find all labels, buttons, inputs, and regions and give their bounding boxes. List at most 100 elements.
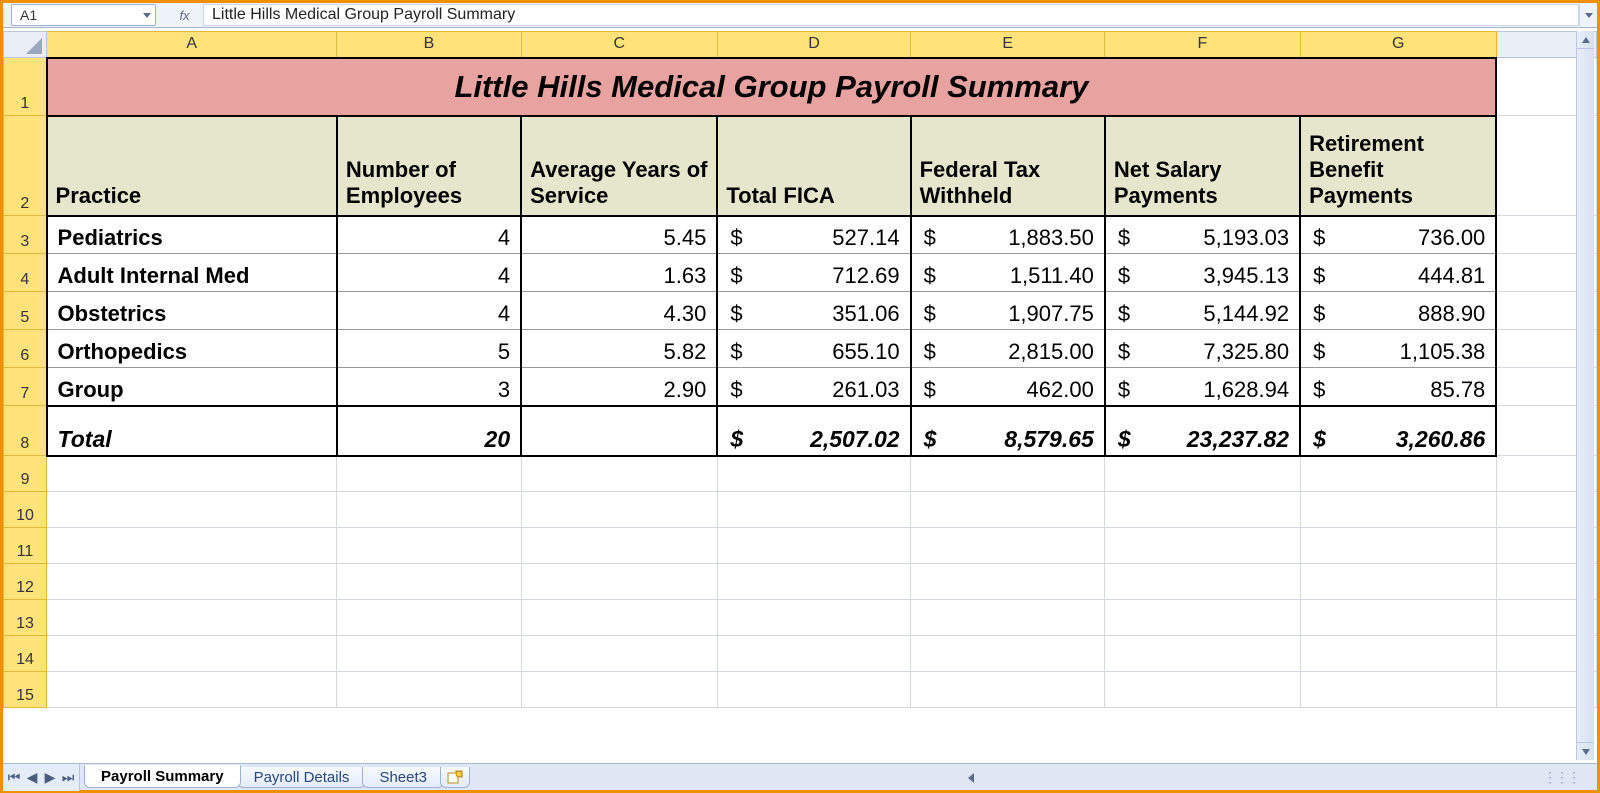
cell-practice[interactable]: Orthopedics bbox=[47, 330, 337, 368]
cell-ret[interactable]: $85.78 bbox=[1300, 368, 1496, 406]
empty-cell[interactable] bbox=[717, 600, 910, 636]
empty-cell[interactable] bbox=[47, 528, 337, 564]
empty-cell[interactable] bbox=[911, 492, 1105, 528]
cell-num-employees[interactable]: 5 bbox=[337, 330, 521, 368]
empty-cell[interactable] bbox=[1105, 456, 1300, 492]
cell-num-employees[interactable]: 3 bbox=[337, 368, 521, 406]
row-header[interactable]: 10 bbox=[4, 492, 47, 528]
empty-cell[interactable] bbox=[717, 636, 910, 672]
vertical-scrollbar[interactable] bbox=[1576, 31, 1594, 760]
empty-cell[interactable] bbox=[1300, 456, 1496, 492]
empty-cell[interactable] bbox=[47, 636, 337, 672]
empty-cell[interactable] bbox=[47, 600, 337, 636]
row-header[interactable]: 2 bbox=[4, 116, 47, 216]
total-avg[interactable] bbox=[521, 406, 717, 456]
cell-practice[interactable]: Adult Internal Med bbox=[47, 254, 337, 292]
cell-avg-years[interactable]: 2.90 bbox=[521, 368, 717, 406]
empty-cell[interactable] bbox=[1300, 564, 1496, 600]
empty-cell[interactable] bbox=[911, 672, 1105, 708]
total-fica[interactable]: $2,507.02 bbox=[717, 406, 910, 456]
horizontal-scroll-area[interactable] bbox=[466, 764, 1477, 791]
empty-cell[interactable] bbox=[47, 456, 337, 492]
cell-fica[interactable]: $712.69 bbox=[717, 254, 910, 292]
cell-avg-years[interactable]: 5.45 bbox=[521, 216, 717, 254]
sheet-tab[interactable]: Payroll Summary bbox=[84, 765, 241, 788]
header-avg-years[interactable]: Average Years of Service bbox=[521, 116, 717, 216]
cell-net[interactable]: $1,628.94 bbox=[1105, 368, 1300, 406]
empty-cell[interactable] bbox=[521, 564, 717, 600]
cell-num-employees[interactable]: 4 bbox=[337, 292, 521, 330]
empty-cell[interactable] bbox=[47, 492, 337, 528]
row-header[interactable]: 5 bbox=[4, 292, 47, 330]
cell-fica[interactable]: $655.10 bbox=[717, 330, 910, 368]
title-cell[interactable]: Little Hills Medical Group Payroll Summa… bbox=[47, 58, 1497, 116]
total-ret[interactable]: $3,260.86 bbox=[1300, 406, 1496, 456]
total-label[interactable]: Total bbox=[47, 406, 337, 456]
empty-cell[interactable] bbox=[337, 564, 521, 600]
empty-cell[interactable] bbox=[1105, 636, 1300, 672]
formula-expand-button[interactable] bbox=[1579, 4, 1597, 26]
row-header[interactable]: 15 bbox=[4, 672, 47, 708]
row-header[interactable]: 9 bbox=[4, 456, 47, 492]
scroll-up-button[interactable] bbox=[1577, 31, 1594, 49]
empty-cell[interactable] bbox=[521, 600, 717, 636]
cell-ret[interactable]: $444.81 bbox=[1300, 254, 1496, 292]
cell-fed[interactable]: $462.00 bbox=[911, 368, 1105, 406]
cell-fica[interactable]: $351.06 bbox=[717, 292, 910, 330]
new-sheet-button[interactable] bbox=[440, 767, 470, 788]
tab-prev-button[interactable]: ◀ bbox=[23, 769, 41, 787]
cell-avg-years[interactable]: 4.30 bbox=[521, 292, 717, 330]
empty-cell[interactable] bbox=[1105, 528, 1300, 564]
header-net-salary[interactable]: Net Salary Payments bbox=[1105, 116, 1300, 216]
formula-input[interactable]: Little Hills Medical Group Payroll Summa… bbox=[204, 4, 1579, 26]
cell-fed[interactable]: $1,511.40 bbox=[911, 254, 1105, 292]
empty-cell[interactable] bbox=[1105, 672, 1300, 708]
empty-cell[interactable] bbox=[1300, 672, 1496, 708]
row-header[interactable]: 8 bbox=[4, 406, 47, 456]
header-retirement[interactable]: Retirement Benefit Payments bbox=[1300, 116, 1496, 216]
header-total-fica[interactable]: Total FICA bbox=[717, 116, 910, 216]
empty-cell[interactable] bbox=[717, 672, 910, 708]
select-all-corner[interactable] bbox=[4, 32, 47, 58]
header-practice[interactable]: Practice bbox=[47, 116, 337, 216]
row-header[interactable]: 14 bbox=[4, 636, 47, 672]
empty-cell[interactable] bbox=[717, 492, 910, 528]
empty-cell[interactable] bbox=[521, 492, 717, 528]
header-fed-tax[interactable]: Federal Tax Withheld bbox=[911, 116, 1105, 216]
cell-fed[interactable]: $1,907.75 bbox=[911, 292, 1105, 330]
empty-cell[interactable] bbox=[337, 492, 521, 528]
column-header[interactable]: D bbox=[717, 32, 910, 58]
empty-cell[interactable] bbox=[1300, 492, 1496, 528]
cell-practice[interactable]: Pediatrics bbox=[47, 216, 337, 254]
cell-fed[interactable]: $1,883.50 bbox=[911, 216, 1105, 254]
row-header[interactable]: 4 bbox=[4, 254, 47, 292]
spreadsheet-grid[interactable]: A B C D E F G 1 Little Hills Medical Gro… bbox=[3, 31, 1597, 760]
column-header[interactable]: B bbox=[337, 32, 521, 58]
empty-cell[interactable] bbox=[1300, 636, 1496, 672]
cell-num-employees[interactable]: 4 bbox=[337, 254, 521, 292]
empty-cell[interactable] bbox=[911, 528, 1105, 564]
cell-avg-years[interactable]: 5.82 bbox=[521, 330, 717, 368]
empty-cell[interactable] bbox=[717, 456, 910, 492]
empty-cell[interactable] bbox=[47, 672, 337, 708]
empty-cell[interactable] bbox=[337, 672, 521, 708]
name-box[interactable]: A1 bbox=[11, 4, 156, 26]
empty-cell[interactable] bbox=[911, 456, 1105, 492]
cell-fed[interactable]: $2,815.00 bbox=[911, 330, 1105, 368]
cell-ret[interactable]: $1,105.38 bbox=[1300, 330, 1496, 368]
empty-cell[interactable] bbox=[1300, 600, 1496, 636]
total-num[interactable]: 20 bbox=[337, 406, 521, 456]
resize-grip[interactable]: ⋮⋮⋮ bbox=[1477, 764, 1597, 791]
empty-cell[interactable] bbox=[1300, 528, 1496, 564]
header-num-employees[interactable]: Number of Employees bbox=[337, 116, 521, 216]
total-fed[interactable]: $8,579.65 bbox=[911, 406, 1105, 456]
cell-net[interactable]: $7,325.80 bbox=[1105, 330, 1300, 368]
scroll-down-button[interactable] bbox=[1577, 742, 1594, 760]
sheet-tab[interactable]: Sheet3 bbox=[362, 767, 444, 788]
empty-cell[interactable] bbox=[337, 636, 521, 672]
cell-ret[interactable]: $736.00 bbox=[1300, 216, 1496, 254]
cell-num-employees[interactable]: 4 bbox=[337, 216, 521, 254]
empty-cell[interactable] bbox=[911, 636, 1105, 672]
empty-cell[interactable] bbox=[521, 456, 717, 492]
empty-cell[interactable] bbox=[1105, 564, 1300, 600]
